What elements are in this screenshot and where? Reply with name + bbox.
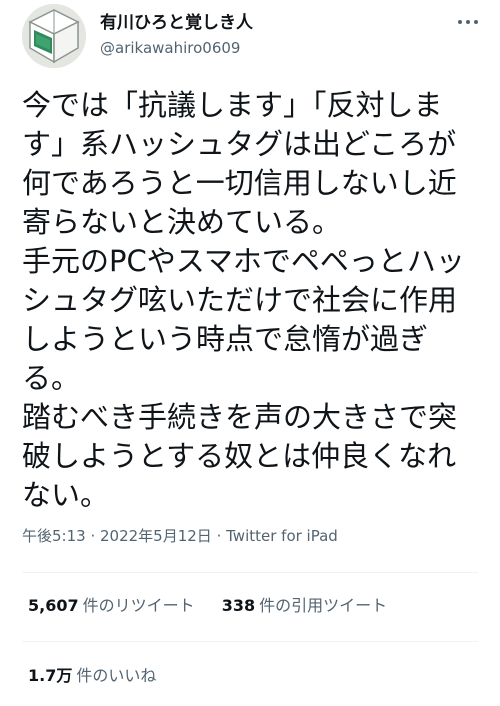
avatar[interactable]	[22, 4, 86, 68]
tweet-text: 今では「抗議します」「反対しま す」系ハッシュタグは出どころが 何であろうと一切…	[22, 86, 484, 515]
display-name[interactable]: 有川ひろと覚しき人	[100, 12, 253, 34]
tweet-line: 踏むべき手続きを声の大きさで突	[22, 400, 458, 434]
retweets-label: 件のリツイート	[82, 596, 195, 615]
retweets-count: 5,607	[28, 596, 79, 615]
tweet-line: 破しようとする奴とは仲良くなれ	[22, 439, 457, 473]
tweet-line: しようという時点で怠惰が過ぎ	[22, 322, 429, 356]
tweet-header: 有川ひろと覚しき人 @arikawahiro0609	[0, 0, 500, 80]
engagement-stats: 5,607 件のリツイート 338 件の引用ツイート	[28, 596, 409, 616]
divider	[22, 572, 478, 573]
tweet-line: す」系ハッシュタグは出どころが	[22, 127, 457, 161]
tweet-line: 寄らないと決めている。	[22, 205, 342, 239]
tweet-line: ない。	[22, 478, 110, 512]
tweet-line: 今では「抗議します」「反対しま	[22, 88, 443, 122]
quotes-label: 件の引用ツイート	[259, 596, 388, 615]
tweet-line: る。	[22, 361, 81, 395]
avatar-image	[22, 4, 86, 68]
user-handle[interactable]: @arikawahiro0609	[100, 38, 240, 58]
tweet-date[interactable]: 2022年5月12日	[100, 527, 212, 545]
tweet-line: 手元のPCやスマホでペペっとハッ	[22, 244, 465, 278]
separator: ·	[211, 527, 227, 545]
dot	[474, 20, 478, 24]
dot	[466, 20, 470, 24]
retweets-stat[interactable]: 5,607 件のリツイート	[28, 596, 195, 615]
tweet-line: 何であろうと一切信用しないし近	[22, 166, 457, 200]
quotes-count: 338	[221, 596, 256, 615]
tweet-time[interactable]: 午後5:13	[22, 527, 86, 545]
likes-label: 件のいいね	[76, 666, 157, 685]
tweet-meta: 午後5:13 · 2022年5月12日 · Twitter for iPad	[22, 526, 338, 546]
divider	[22, 641, 478, 642]
dot	[458, 20, 462, 24]
likes-count: 1.7万	[28, 666, 73, 685]
likes-stat[interactable]: 1.7万 件のいいね	[28, 666, 156, 686]
tweet-source[interactable]: Twitter for iPad	[226, 527, 338, 545]
quotes-stat[interactable]: 338 件の引用ツイート	[222, 596, 387, 615]
separator: ·	[85, 527, 100, 545]
tweet-line: シュタグ呟いただけで社会に作用	[22, 283, 458, 317]
more-options-icon[interactable]	[452, 10, 484, 34]
